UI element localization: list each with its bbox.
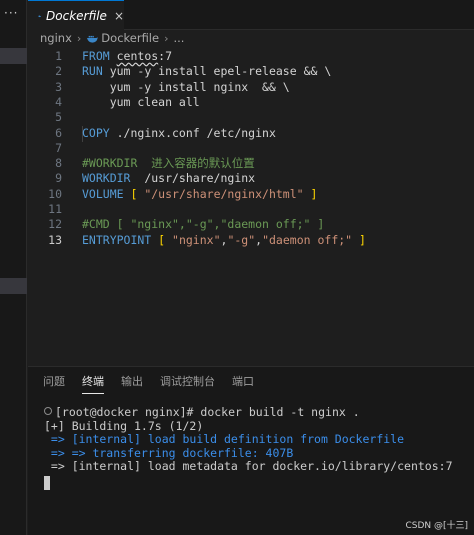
chevron-right-icon: › xyxy=(164,31,169,45)
code-editor[interactable]: 1 FROM centos:7 2 RUN yum -y install epel-r… xyxy=(28,46,474,366)
code-token: "-g" xyxy=(227,232,256,247)
code-line[interactable]: 9 WORKDIR /usr/share/nginx xyxy=(28,170,474,186)
chevron-right-icon: › xyxy=(76,31,82,45)
code-token: RUN xyxy=(82,64,110,79)
panel-tab[interactable]: 终端 xyxy=(82,367,104,397)
code-token: yum clean all xyxy=(82,94,200,109)
code-text: FROM centos:7 xyxy=(82,48,172,64)
code-line[interactable]: 12 #CMD [ "nginx","-g","daemon off;" ] xyxy=(28,216,474,232)
line-number: 11 xyxy=(48,202,62,216)
code-token: ENTRYPOINT xyxy=(82,232,159,247)
terminal-output-line: [+] Building 1.7s (1/2) xyxy=(44,418,204,433)
terminal-output-line: => [internal] load metadata for docker.i… xyxy=(44,459,453,474)
code-text: WORKDIR /usr/share/nginx xyxy=(82,170,255,186)
docker-icon xyxy=(38,14,41,17)
docker-icon xyxy=(87,35,98,43)
code-token: FROM xyxy=(82,49,117,63)
code-text: ENTRYPOINT [ "nginx","-g","daemon off;" … xyxy=(82,232,366,248)
explorer-selected-item[interactable] xyxy=(0,48,27,64)
terminal-prompt: [root@docker nginx]# docker build -t ngi… xyxy=(55,405,360,419)
code-line[interactable]: 1 FROM centos:7 xyxy=(28,48,474,64)
code-line[interactable]: 11 xyxy=(28,201,474,217)
panel-tab[interactable]: 问题 xyxy=(43,367,65,397)
code-token: VOLUME xyxy=(82,186,131,201)
code-text: VOLUME [ "/usr/share/nginx/html" ] xyxy=(82,186,317,202)
code-text: RUN yum -y install epel-release && \ xyxy=(82,63,331,79)
code-line[interactable]: 2 RUN yum -y install epel-release && \ xyxy=(28,63,474,79)
line-number: 1 xyxy=(55,49,62,63)
code-token: ./nginx.conf /etc/nginx xyxy=(116,125,276,140)
line-number: 12 xyxy=(48,217,62,232)
panel-tab[interactable]: 调试控制台 xyxy=(160,367,215,397)
panel-tab[interactable]: 输出 xyxy=(121,367,143,397)
code-line[interactable]: 4 yum clean all xyxy=(28,94,474,110)
code-token: "/usr/share/nginx/html" xyxy=(144,186,304,201)
terminal-output-line: => [internal] load build definition from… xyxy=(44,432,405,447)
bottom-panel: 问题 终端 输出 调试控制台 端口 [root@docker nginx]# docke… xyxy=(28,366,474,535)
line-number: 4 xyxy=(55,94,62,109)
panel-tab[interactable]: 端口 xyxy=(232,367,254,397)
command-decoration-icon[interactable] xyxy=(44,407,52,415)
code-line[interactable]: 5 xyxy=(28,109,474,125)
breadcrumb-file[interactable]: Dockerfile xyxy=(101,31,159,45)
breadcrumb-more[interactable]: ... xyxy=(173,31,184,45)
side-bar-strip: ··· xyxy=(0,0,27,535)
tab-dockerfile[interactable]: Dockerfile × xyxy=(28,0,124,30)
code-text: COPY ./nginx.conf /etc/nginx xyxy=(82,125,276,141)
code-line[interactable]: 8 #WORKDIR 进入容器的默认位置 xyxy=(28,155,474,171)
code-token: centos xyxy=(116,49,159,63)
line-number: 8 xyxy=(55,156,62,171)
line-number: 7 xyxy=(55,140,62,155)
code-token: :7 xyxy=(158,49,173,63)
code-token: COPY xyxy=(82,125,117,140)
explorer-selected-item-2[interactable] xyxy=(0,278,27,294)
code-token: [ xyxy=(158,232,173,247)
code-line[interactable]: 13 ENTRYPOINT [ "nginx","-g","daemon off;… xyxy=(28,232,474,248)
code-line[interactable]: 10 VOLUME [ "/usr/share/nginx/html" ] xyxy=(28,186,474,202)
code-line[interactable]: 7 xyxy=(28,140,474,156)
line-number: 10 xyxy=(48,186,62,201)
breadcrumb: nginx › Dockerfile › ... xyxy=(28,30,184,46)
close-icon[interactable]: × xyxy=(114,9,124,23)
line-number: 2 xyxy=(55,64,62,79)
code-token: yum -y install epel-release && \ xyxy=(109,64,332,79)
code-text: #CMD [ "nginx","-g","daemon off;" ] xyxy=(82,216,324,232)
code-text: yum clean all xyxy=(82,94,200,110)
terminal-output-line: => => transferring dockerfile: 407B xyxy=(44,445,294,460)
more-actions-icon[interactable]: ··· xyxy=(4,6,18,20)
breadcrumb-folder[interactable]: nginx xyxy=(40,31,72,45)
code-token: WORKDIR xyxy=(82,171,138,186)
code-token: /usr/share/nginx xyxy=(137,171,256,186)
terminal-prompt-line: [root@docker nginx]# docker build -t ngi… xyxy=(44,405,360,419)
editor-tab-bar: Dockerfile × xyxy=(28,0,474,30)
code-token: [ xyxy=(130,186,145,201)
code-token: ] xyxy=(352,232,366,247)
code-token: #WORKDIR 进入容器的默认位置 xyxy=(82,156,255,171)
line-number: 3 xyxy=(55,79,62,94)
code-token: "nginx" xyxy=(172,232,221,247)
code-line[interactable]: 3 yum -y install nginx && \ xyxy=(28,79,474,95)
tab-title: Dockerfile xyxy=(46,8,107,23)
line-number: 9 xyxy=(55,171,62,186)
line-number: 5 xyxy=(55,110,62,125)
code-token: "daemon off;" xyxy=(262,232,353,247)
code-line[interactable]: 6 COPY ./nginx.conf /etc/nginx xyxy=(28,125,474,141)
watermark: CSDN @[十三] xyxy=(405,521,468,531)
line-number: 6 xyxy=(55,125,62,140)
line-number: 13 xyxy=(48,232,62,247)
code-token: yum -y install nginx && \ xyxy=(82,79,290,94)
code-token: #CMD [ "nginx","-g","daemon off;" ] xyxy=(82,217,325,232)
code-text: #WORKDIR 进入容器的默认位置 xyxy=(82,155,255,171)
code-token: ] xyxy=(303,186,318,201)
code-text: yum -y install nginx && \ xyxy=(82,79,290,95)
terminal-cursor xyxy=(44,476,50,490)
panel-tab-bar: 问题 终端 输出 调试控制台 端口 xyxy=(28,367,271,397)
